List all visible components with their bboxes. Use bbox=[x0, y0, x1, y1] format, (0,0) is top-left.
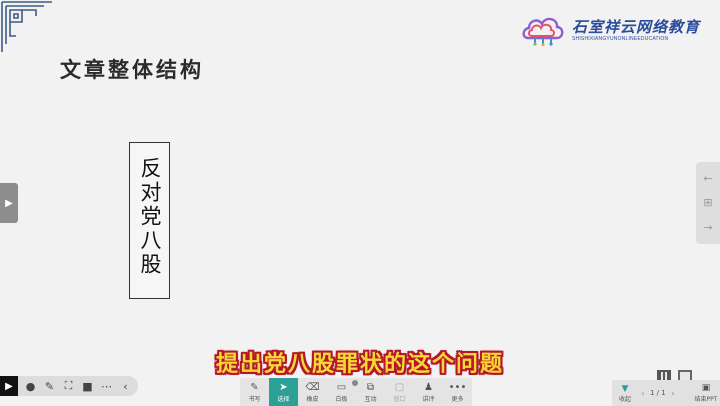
tool-review[interactable]: ♟ 讲评 bbox=[414, 378, 443, 406]
tool-label: 选择 bbox=[277, 396, 290, 403]
interact-icon: ⧉ bbox=[366, 382, 375, 393]
bottom-left-toolbar: ▶ ● ✎ ⛶ ■ ⋯ ‹ bbox=[0, 376, 138, 396]
tool-interact[interactable]: ⧉ 互动 bbox=[356, 378, 385, 406]
page-title: 文章整体结构 bbox=[60, 57, 204, 82]
whiteboard-icon: ▭ bbox=[336, 382, 347, 393]
tool-select[interactable]: ➤ 选择 bbox=[269, 378, 298, 406]
collapse-button[interactable]: ▼ 收起 bbox=[612, 380, 638, 406]
tool-label: 更多 bbox=[451, 396, 464, 403]
right-nav-panel: ← ⊞ → bbox=[696, 162, 720, 244]
tool-label: 白板 bbox=[335, 396, 348, 403]
tool-label: 窗口 bbox=[393, 396, 406, 403]
tool-label: 讲评 bbox=[422, 396, 435, 403]
end-ppt-label: 结束PPT bbox=[694, 396, 718, 403]
corner-ornament bbox=[1, 1, 52, 52]
arrow-left-icon[interactable]: ← bbox=[703, 172, 712, 185]
more-icon[interactable]: ⋯ bbox=[100, 380, 113, 393]
chevron-down-icon: ▼ bbox=[621, 383, 629, 394]
tool-write[interactable]: ✎ 书写 bbox=[240, 378, 269, 406]
notification-dot bbox=[352, 380, 358, 386]
end-ppt-button[interactable]: ▣ 结束PPT bbox=[692, 380, 720, 406]
collapse-label: 收起 bbox=[618, 395, 631, 403]
camera-icon[interactable]: ■ bbox=[81, 380, 94, 393]
end-icon: ▣ bbox=[701, 383, 711, 393]
vertical-title-text: 反对党八股 bbox=[138, 157, 162, 277]
cloud-logo-icon bbox=[522, 17, 564, 46]
tool-eraser[interactable]: ⌫ 橡皮 bbox=[298, 378, 327, 406]
pen-icon: ✎ bbox=[250, 382, 259, 393]
play-arrow-icon: ▶ bbox=[5, 197, 13, 209]
page-prev-button[interactable]: ‹ bbox=[638, 389, 648, 398]
tool-label: 橡皮 bbox=[306, 396, 319, 403]
bottom-right-bar: ▼ 收起 ‹ 1 / 1 › ▣ 结束PPT bbox=[612, 380, 720, 406]
tool-label: 书写 bbox=[248, 396, 261, 403]
tool-window[interactable]: ▢ 窗口 bbox=[385, 378, 414, 406]
prev-slide-tab[interactable]: ▶ bbox=[0, 183, 18, 223]
user-icon: ♟ bbox=[424, 382, 433, 393]
grid-icon[interactable]: ⊞ bbox=[703, 196, 712, 209]
screenshot-icon[interactable]: ⛶ bbox=[62, 379, 75, 393]
eraser-icon: ⌫ bbox=[305, 382, 320, 393]
cursor-icon: ➤ bbox=[279, 382, 288, 393]
cursor-icon[interactable]: ● bbox=[24, 380, 37, 393]
window-icon: ▢ bbox=[394, 382, 405, 393]
tool-more[interactable]: ••• 更多 bbox=[443, 378, 472, 406]
logo-tagline: SHISHIXIANGYUNONLINEEDUCATION bbox=[572, 36, 669, 42]
page-next-button[interactable]: › bbox=[668, 389, 678, 398]
video-subtitle: 提出党八股罪状的这个问题 bbox=[215, 352, 504, 377]
arrow-right-icon[interactable]: → bbox=[703, 221, 712, 234]
play-icon[interactable]: ▶ bbox=[0, 376, 18, 396]
pen-icon[interactable]: ✎ bbox=[43, 380, 56, 393]
logo-title: 石室祥云网络教育 bbox=[572, 18, 701, 36]
collapse-icon[interactable]: ‹ bbox=[119, 380, 132, 393]
page-indicator: 1 / 1 bbox=[650, 389, 666, 397]
more-icon: ••• bbox=[448, 382, 467, 393]
tool-label: 互动 bbox=[364, 396, 377, 403]
vertical-title-box: 反对党八股 bbox=[129, 142, 170, 299]
brand-logo: 石室祥云网络教育 SHISHIXIANGYUNONLINEEDUCATION bbox=[520, 12, 700, 48]
